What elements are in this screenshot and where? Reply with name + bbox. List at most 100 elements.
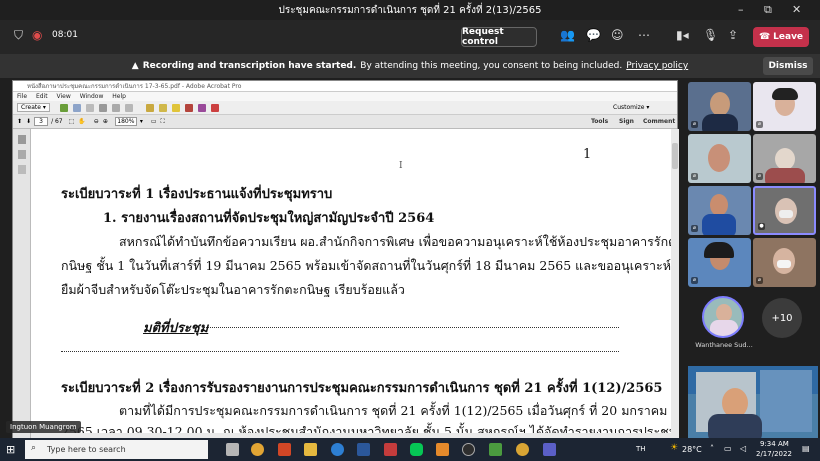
- banner-text: By attending this meeting, you consent t…: [360, 61, 623, 71]
- presenter-video[interactable]: [688, 366, 818, 438]
- meeting-toolbar: ⛉ ◉ 08:01 Request control 👥 💬 ☺ ⋯ ▮◂ 🎙 ⇪…: [0, 20, 820, 54]
- search-placeholder: Type here to search: [47, 445, 126, 454]
- save-icon[interactable]: [72, 103, 81, 112]
- chat-icon[interactable]: 💬: [586, 28, 601, 42]
- xbox-icon[interactable]: [462, 443, 475, 456]
- taskbar-search-box[interactable]: ⌕ Type here to search: [25, 440, 208, 459]
- file-explorer-icon[interactable]: [304, 443, 317, 456]
- network-icon[interactable]: ▭: [724, 444, 732, 453]
- chrome-icon-2[interactable]: [516, 443, 529, 456]
- mic-muted-icon[interactable]: 🎙: [703, 28, 718, 42]
- highlight-icon[interactable]: [158, 103, 167, 112]
- acrobat-icon[interactable]: [384, 443, 397, 456]
- input-language[interactable]: TH: [636, 445, 646, 453]
- chrome-icon[interactable]: [251, 443, 264, 456]
- page-down-icon[interactable]: ⬇: [26, 118, 31, 125]
- attach-icon[interactable]: [197, 103, 206, 112]
- para1-line3: ยืมผ้าจีบสำหรับจัดโต๊ะประชุมในอาคารรักตะ…: [61, 282, 405, 297]
- clock-date[interactable]: 2/17/2022: [756, 450, 792, 458]
- zoom-out-icon[interactable]: ⊖: [94, 118, 99, 125]
- participant-tile[interactable]: ⌀: [688, 82, 751, 131]
- zoom-in-icon[interactable]: ⊕: [103, 118, 108, 125]
- sign-tab[interactable]: Sign: [619, 118, 634, 125]
- vertical-scrollbar[interactable]: [671, 129, 679, 439]
- privacy-policy-link[interactable]: Privacy policy: [626, 61, 688, 71]
- scroll-thumb[interactable]: [672, 143, 678, 169]
- teams-icon[interactable]: [543, 443, 556, 456]
- participant-avatar[interactable]: [702, 296, 744, 338]
- create-button[interactable]: Create ▾: [17, 103, 50, 112]
- para2-line1: ตามที่ได้มีการประชุมคณะกรรมการดำเนินการ …: [119, 403, 668, 418]
- participant-tile[interactable]: ⌀: [753, 134, 816, 183]
- line-icon[interactable]: [410, 443, 423, 456]
- stamp-icon[interactable]: [184, 103, 193, 112]
- clock-time[interactable]: 9:34 AM: [760, 440, 789, 448]
- participant-tile[interactable]: ⌀: [753, 82, 816, 131]
- warning-icon: ▲: [131, 61, 139, 71]
- more-participants-button[interactable]: +10: [762, 298, 802, 338]
- close-icon[interactable]: ✕: [792, 3, 801, 16]
- pdf-icon[interactable]: [210, 103, 219, 112]
- menu-view[interactable]: View: [57, 93, 71, 100]
- more-options-icon[interactable]: ⋯: [638, 28, 650, 42]
- hand-tool-icon[interactable]: ✋: [78, 118, 85, 125]
- attachments-icon[interactable]: [17, 150, 26, 159]
- people-icon[interactable]: 👥: [560, 28, 575, 42]
- task-view-icon[interactable]: [226, 443, 239, 456]
- minimize-icon[interactable]: –: [738, 3, 744, 16]
- acrobat-menubar: File Edit View Window Help: [13, 92, 677, 101]
- tools-tab[interactable]: Tools: [591, 118, 608, 125]
- windows-start-icon[interactable]: ⊞: [6, 443, 15, 456]
- fullscreen-icon[interactable]: ⛶: [161, 118, 165, 126]
- participant-tile-active[interactable]: ●: [753, 186, 816, 235]
- excel-icon[interactable]: [489, 443, 502, 456]
- email-icon[interactable]: [124, 103, 133, 112]
- zoom-dropdown-icon[interactable]: ▾: [140, 118, 143, 125]
- word-icon[interactable]: [357, 443, 370, 456]
- settings-icon[interactable]: [111, 103, 120, 112]
- participant-tile[interactable]: ⌀: [688, 238, 751, 287]
- menu-help[interactable]: Help: [112, 93, 126, 100]
- window-titlebar: ประชุมคณะกรรมการดำเนินการ ชุดที่ 21 ครั้…: [0, 0, 820, 20]
- open-icon[interactable]: [59, 103, 68, 112]
- create-label: Create: [21, 104, 41, 111]
- camera-icon[interactable]: ▮◂: [676, 28, 689, 42]
- share-icon[interactable]: ⇪: [728, 28, 738, 42]
- pages-panel-icon[interactable]: [17, 135, 26, 144]
- restore-icon[interactable]: ⧉: [764, 3, 772, 17]
- customize-button[interactable]: Customize ▾: [613, 104, 649, 111]
- participant-tile[interactable]: ⌀: [688, 134, 751, 183]
- temperature[interactable]: 28°C: [682, 445, 702, 454]
- page-number-input[interactable]: 3: [34, 117, 49, 126]
- menu-window[interactable]: Window: [80, 93, 104, 100]
- avatar-name-label: Wanthanee Sud...: [695, 341, 753, 349]
- customize-label: Customize: [613, 104, 645, 111]
- participant-tile[interactable]: ⌀: [688, 186, 751, 235]
- edge-icon[interactable]: [331, 443, 344, 456]
- signature-icon[interactable]: [17, 165, 26, 174]
- comment-tab[interactable]: Comment: [643, 118, 675, 125]
- comment-icon[interactable]: [145, 103, 154, 112]
- menu-edit[interactable]: Edit: [36, 93, 48, 100]
- menu-file[interactable]: File: [17, 93, 27, 100]
- request-control-button[interactable]: Request control: [461, 27, 537, 47]
- fit-page-icon[interactable]: ▭: [151, 118, 157, 125]
- participant-tile[interactable]: ⌀: [753, 238, 816, 287]
- print-icon[interactable]: [98, 103, 107, 112]
- weather-icon[interactable]: ☀: [670, 443, 678, 453]
- resolution-label: มติที่ประชุม: [143, 321, 209, 336]
- meeting-timer: 08:01: [52, 30, 78, 40]
- zoom-level-input[interactable]: 180%: [114, 117, 137, 126]
- select-tool-icon[interactable]: ⬚: [69, 118, 75, 125]
- notifications-icon[interactable]: ▤: [802, 444, 810, 453]
- leave-button[interactable]: ☎ Leave: [753, 27, 809, 47]
- upload-icon[interactable]: [85, 103, 94, 112]
- page-up-icon[interactable]: ⬆: [17, 118, 22, 125]
- note-icon[interactable]: [171, 103, 180, 112]
- reactions-icon[interactable]: ☺: [611, 28, 624, 42]
- volume-icon[interactable]: ◁: [740, 444, 746, 453]
- app-icon[interactable]: [436, 443, 449, 456]
- powerpoint-icon[interactable]: [278, 443, 291, 456]
- dismiss-button[interactable]: Dismiss: [763, 57, 813, 75]
- tray-chevron-icon[interactable]: ˄: [710, 444, 714, 453]
